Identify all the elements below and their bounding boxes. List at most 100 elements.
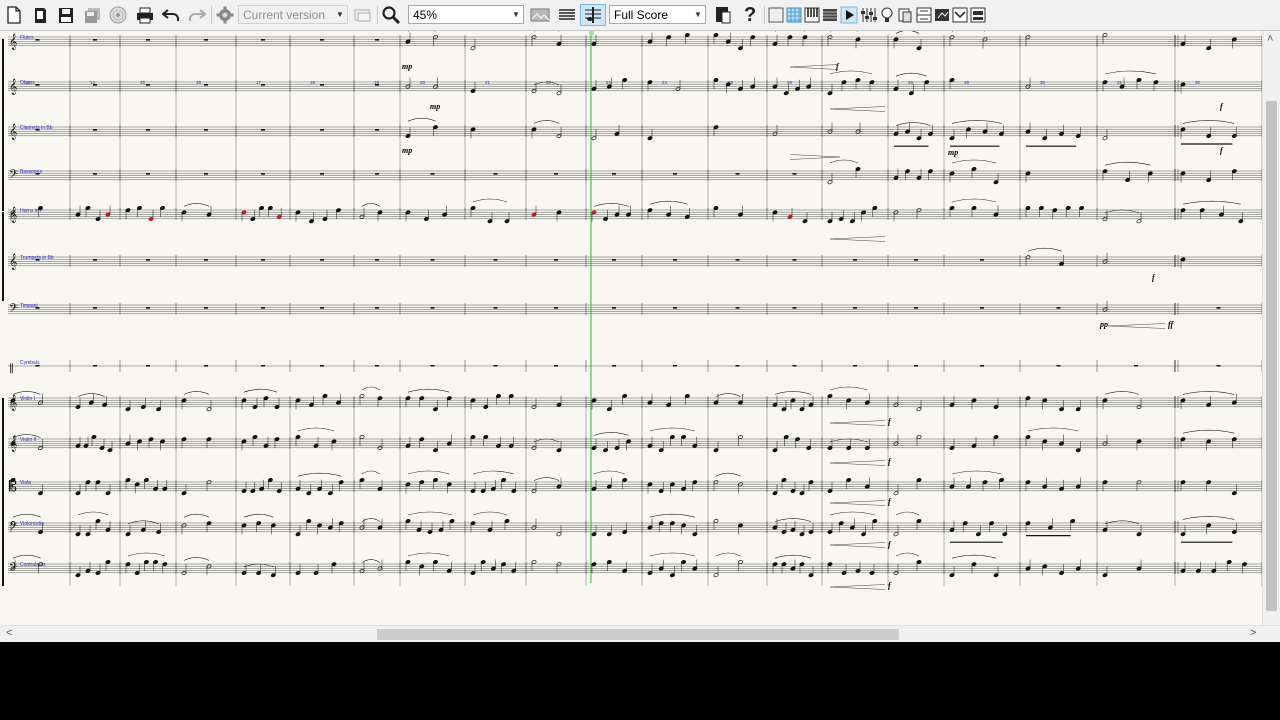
- note[interactable]: [783, 84, 789, 96]
- note[interactable]: [508, 436, 514, 448]
- note[interactable]: [483, 398, 489, 410]
- note[interactable]: [1102, 32, 1108, 44]
- note[interactable]: [772, 518, 778, 530]
- note[interactable]: [295, 210, 301, 222]
- note[interactable]: [1025, 35, 1031, 47]
- note[interactable]: [669, 566, 675, 578]
- note[interactable]: [781, 477, 787, 489]
- note[interactable]: [162, 479, 168, 491]
- note[interactable]: [949, 477, 955, 489]
- scroll-right-icon[interactable]: >: [1250, 627, 1256, 639]
- note[interactable]: [556, 441, 562, 453]
- note[interactable]: [1206, 439, 1212, 451]
- note[interactable]: [83, 436, 89, 448]
- note[interactable]: [295, 398, 301, 410]
- note[interactable]: [405, 77, 411, 89]
- note[interactable]: [1059, 400, 1064, 412]
- note[interactable]: [647, 482, 653, 494]
- note[interactable]: [916, 208, 922, 220]
- undo-icon[interactable]: [161, 4, 181, 26]
- note[interactable]: [1231, 37, 1237, 49]
- note[interactable]: [405, 32, 411, 44]
- note[interactable]: [647, 564, 653, 576]
- note[interactable]: [423, 210, 429, 222]
- note[interactable]: [591, 562, 597, 574]
- note[interactable]: [1136, 525, 1142, 537]
- note[interactable]: [511, 482, 517, 494]
- note[interactable]: [738, 434, 743, 446]
- note[interactable]: [1206, 127, 1212, 139]
- note[interactable]: [916, 129, 922, 141]
- note[interactable]: [267, 205, 273, 217]
- note[interactable]: [405, 396, 411, 408]
- note[interactable]: [802, 212, 808, 224]
- note[interactable]: [1180, 208, 1186, 220]
- note[interactable]: [1042, 564, 1048, 576]
- note[interactable]: [433, 477, 438, 489]
- note[interactable]: [531, 35, 537, 47]
- note[interactable]: [827, 393, 833, 405]
- note[interactable]: [787, 207, 793, 219]
- note[interactable]: [869, 564, 875, 576]
- note[interactable]: [713, 77, 719, 89]
- note[interactable]: [470, 127, 476, 139]
- note[interactable]: [989, 521, 995, 533]
- manuscript-icon[interactable]: [712, 4, 734, 26]
- note[interactable]: [125, 477, 131, 489]
- note[interactable]: [713, 518, 719, 530]
- note[interactable]: [591, 439, 597, 451]
- note[interactable]: [781, 523, 787, 535]
- note[interactable]: [501, 562, 507, 574]
- note[interactable]: [556, 210, 562, 222]
- note[interactable]: [622, 523, 628, 535]
- note[interactable]: [1206, 171, 1212, 183]
- note[interactable]: [924, 80, 930, 92]
- note[interactable]: [799, 400, 805, 412]
- note[interactable]: [496, 436, 501, 448]
- note[interactable]: [140, 398, 146, 410]
- note[interactable]: [1180, 34, 1186, 46]
- note[interactable]: [1025, 521, 1031, 533]
- note[interactable]: [838, 210, 844, 222]
- note[interactable]: [1025, 559, 1031, 571]
- note[interactable]: [1025, 171, 1031, 183]
- note[interactable]: [405, 559, 411, 571]
- note[interactable]: [125, 562, 131, 574]
- note[interactable]: [143, 477, 149, 489]
- note[interactable]: [827, 173, 833, 185]
- note[interactable]: [256, 564, 262, 576]
- note[interactable]: [322, 393, 328, 405]
- scroll-up-icon[interactable]: ˄: [1267, 33, 1273, 45]
- note[interactable]: [614, 124, 620, 136]
- note[interactable]: [841, 80, 847, 92]
- note[interactable]: [1153, 80, 1159, 92]
- note[interactable]: [274, 437, 280, 449]
- note[interactable]: [658, 559, 664, 571]
- note[interactable]: [591, 398, 597, 410]
- note[interactable]: [75, 525, 81, 537]
- note[interactable]: [433, 400, 438, 412]
- note[interactable]: [993, 173, 999, 185]
- note[interactable]: [75, 205, 81, 217]
- note[interactable]: [1002, 525, 1008, 537]
- note[interactable]: [872, 518, 878, 530]
- note[interactable]: [148, 437, 154, 449]
- note[interactable]: [849, 212, 855, 224]
- note[interactable]: [999, 124, 1004, 136]
- note[interactable]: [827, 482, 833, 494]
- note[interactable]: [85, 525, 91, 537]
- note[interactable]: [684, 207, 690, 219]
- note[interactable]: [511, 561, 517, 573]
- note[interactable]: [359, 477, 365, 489]
- note[interactable]: [181, 523, 187, 535]
- note[interactable]: [313, 436, 319, 448]
- note[interactable]: [322, 210, 328, 222]
- note[interactable]: [622, 477, 628, 489]
- note[interactable]: [750, 77, 756, 89]
- note[interactable]: [107, 441, 113, 453]
- note[interactable]: [1047, 518, 1053, 530]
- note[interactable]: [377, 210, 383, 222]
- note[interactable]: [614, 439, 620, 451]
- note[interactable]: [666, 35, 672, 47]
- note[interactable]: [971, 205, 977, 217]
